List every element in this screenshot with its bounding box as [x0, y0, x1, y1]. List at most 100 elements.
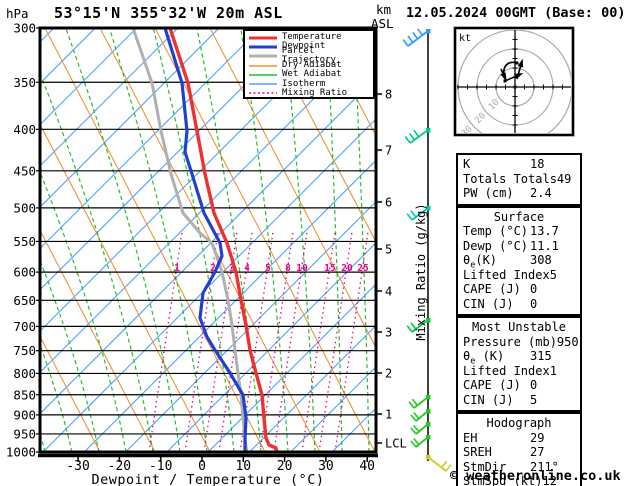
indices-row: Dewp (°C) 11.1 [463, 239, 580, 254]
indices-row: SREH 27 [463, 445, 580, 460]
wind-barb-tick [413, 129, 420, 138]
wind-barb-tick [406, 325, 413, 333]
wind-barb-tick [402, 39, 409, 47]
pressure-tick-label: 350 [13, 75, 36, 90]
pressure-tick-label: 950 [13, 426, 36, 441]
wind-barb-tick [416, 28, 424, 36]
indices-row-value: 11.1 [530, 238, 559, 253]
legend-swatch-temperature [249, 36, 277, 40]
wind-barb [402, 28, 431, 47]
pressure-tick-label: 800 [13, 366, 36, 381]
indices-row: Temp (°C) 13.7 [463, 224, 580, 239]
pressure-tick-label: 850 [13, 387, 36, 402]
wet-adiabat-line [152, 29, 235, 451]
indices-row-label: SREH [463, 445, 492, 459]
altitude-tick-label: 6 [385, 196, 392, 210]
legend-swatch-parcel-trajectory [249, 54, 277, 58]
indices-box-title: Most Unstable [472, 320, 566, 334]
mixing-ratio-value-label: 10 [296, 263, 308, 274]
indices-row-label: PW (cm) [463, 186, 514, 200]
wind-barb-tick [410, 440, 417, 448]
mixing-ratio-value-label: 4 [244, 263, 250, 274]
sounding-chart-page: 300 350 400 450 500 550 600 650 700 750 800 850 900 9… [0, 0, 629, 486]
indices-row: Lifted Index1 [463, 364, 580, 379]
wind-barb-tick [407, 35, 414, 43]
indices-row: CAPE (J) 0 [463, 282, 580, 297]
wind-barb-tick [404, 136, 411, 144]
altitude-tick-label: 3 [385, 326, 392, 340]
altitude-tick-label: 4 [385, 285, 392, 299]
legend: Temperature Dewpoint Parcel Trajectory Dry … [243, 29, 375, 99]
wind-barb-spoke [415, 410, 429, 422]
pressure-tick-label: 300 [13, 21, 36, 36]
wind-barb-tick [412, 31, 419, 40]
pressure-tick-label: 600 [13, 265, 36, 280]
copyright: © weatheronline.co.uk [450, 468, 621, 484]
pressure-tick-label: 750 [13, 343, 36, 358]
lcl-label: LCL [385, 437, 407, 451]
altitude-tick-label: 7 [385, 144, 392, 158]
indices-row-value: 1 [549, 363, 557, 378]
indices-row-value: 308 [530, 253, 552, 267]
indices-box-surface: Surface Temp (°C) 13.7 Dewp (°C) 11.1 θe(K) 30… [456, 205, 582, 316]
indices-row-value: 5 [530, 392, 538, 407]
legend-swatch-mixing-ratio [249, 92, 277, 95]
indices-row-label: CIN (J) [463, 296, 514, 311]
mixing-ratio-value-label: 1 [174, 263, 180, 274]
indices-row: PW (cm) 2.4 [463, 186, 580, 201]
legend-swatch-dry-adiabat [249, 64, 277, 67]
wind-barb-spoke [427, 456, 447, 472]
altitude-tick-label: 1 [385, 408, 392, 422]
wind-barb-tick [410, 427, 417, 435]
indices-row-label: K [463, 157, 471, 171]
indices-row: Totals Totals49 [463, 172, 580, 187]
indices-box-title: Hodograph [486, 416, 552, 430]
wind-barb-tick [413, 437, 420, 446]
wind-barb-tick [441, 460, 448, 469]
altitude-tick-label: 5 [385, 243, 392, 257]
pressure-tick-label: 900 [13, 407, 36, 422]
pressure-tick-label: 400 [13, 122, 36, 137]
mixing-ratio-value-label: 25 [357, 263, 369, 274]
indices-row-value: 49 [556, 171, 572, 186]
indices-row: θe (K) 315 [463, 349, 580, 366]
indices-row-value: 315 [530, 349, 552, 363]
altitude-tick-label: 2 [385, 367, 392, 381]
wind-barb-spoke [415, 423, 429, 435]
altitude-axis-unit-km: km [376, 2, 392, 17]
indices-row-value: 13.7 [530, 224, 559, 238]
legend-item-label: Wet Adiabat [282, 69, 342, 80]
hodograph-trace-dot [515, 61, 519, 65]
indices-row-value: 5 [549, 267, 557, 282]
mixing-ratio-axis-label: Mixing Ratio (g/kg) [414, 203, 428, 341]
wind-barb-spoke [407, 30, 429, 47]
indices-row-label: Pressure (mb) [463, 334, 557, 349]
indices-row-value: 27 [530, 445, 545, 459]
legend-item: Mixing Ratio [248, 88, 373, 98]
indices-row-value: 950 [556, 334, 579, 349]
indices-row-value: 2.4 [530, 186, 552, 200]
wind-barb [426, 455, 452, 472]
mixing-ratio-value-label: 20 [341, 263, 353, 274]
indices-row-value: 0 [530, 378, 538, 392]
wind-barb-tick [406, 213, 413, 221]
legend-swatch-wet-adiabat [249, 74, 277, 76]
wind-barb [404, 128, 431, 144]
hodograph-trace-dot [503, 79, 507, 83]
mixing-ratio-value-label: 5 [265, 263, 271, 274]
indices-row-label: Temp (°C) [463, 224, 529, 238]
mixing-ratio-value-label: 15 [324, 263, 336, 274]
indices-row-label: CAPE (J) [463, 378, 521, 392]
indices-panel: K 18 Totals Totals49 PW (cm) 2.4 Surface Temp … [456, 153, 582, 486]
wind-barb-tick [408, 401, 415, 409]
indices-row: K 18 [463, 157, 580, 172]
wind-barb-tick [413, 424, 420, 433]
indices-box-general: K 18 Totals Totals49 PW (cm) 2.4 [456, 153, 582, 206]
indices-row: CIN (J) 0 [463, 297, 580, 312]
pressure-tick-label: 450 [13, 163, 36, 178]
wind-barb-spoke [415, 436, 429, 448]
indices-row: CAPE (J) 0 [463, 378, 580, 393]
pressure-axis-unit-label: hPa [6, 6, 29, 21]
mixing-ratio-value-label: 8 [285, 263, 291, 274]
indices-row-label: Lifted Index [463, 267, 550, 282]
